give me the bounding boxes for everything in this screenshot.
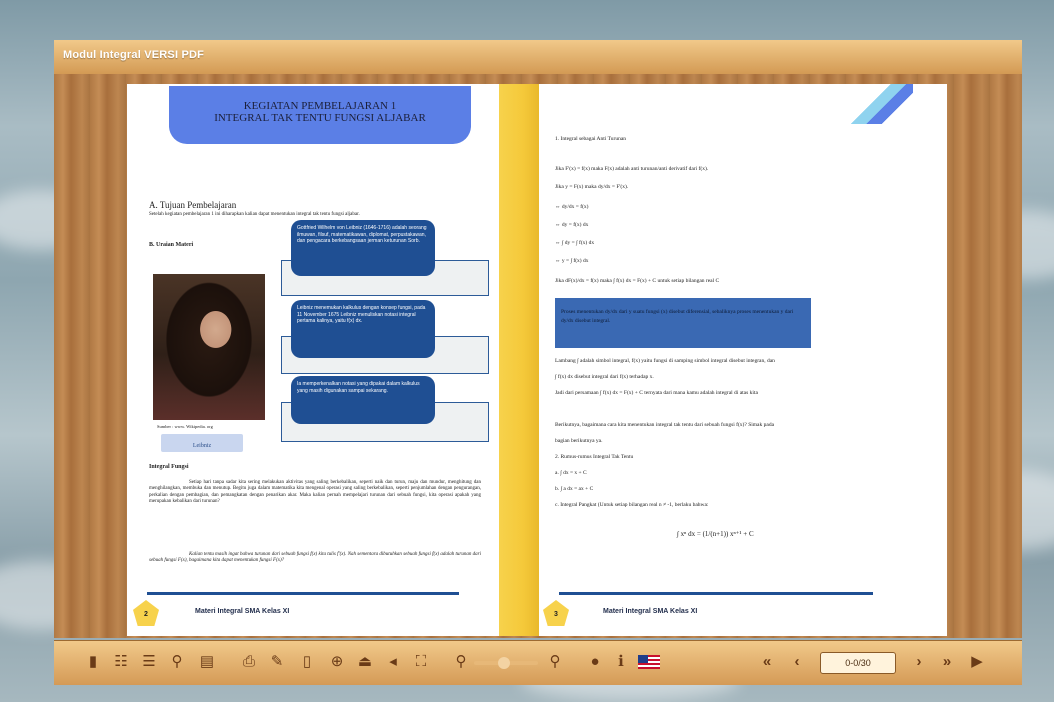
rp-step-1: ⇔ dy/dx = f(x) <box>555 204 589 210</box>
title-bar: Modul Integral VERSI PDF <box>54 40 1022 75</box>
bio-box-1: Gottfried Wilhelm von Leibniz (1646-1716… <box>291 220 435 276</box>
home-icon: ▮ <box>88 653 98 670</box>
zoom-in-button[interactable]: ⚲ <box>546 653 564 671</box>
window-title: Modul Integral VERSI PDF <box>63 49 205 61</box>
sound-button[interactable]: ◂ <box>384 653 402 671</box>
page-indicator-text: 0-0/30 <box>845 658 871 668</box>
paragraph-2: Kalian tentu masih ingat bahwa turunan d… <box>149 552 481 564</box>
left-footer-bar <box>147 592 459 595</box>
left-footer-text: Materi Integral SMA Kelas XI <box>195 608 290 615</box>
definition-highlight: Proses menentukan dy/dx dari y suatu fun… <box>555 298 811 348</box>
corner-decoration <box>849 84 913 124</box>
rp-line-1: 1. Integral sebagai Anti Turunan <box>555 136 627 142</box>
help-button[interactable]: ● <box>586 653 604 671</box>
section-a-title: A. Tujuan Pembelajaran <box>149 200 237 210</box>
chapter-heading-line-1: KEGIATAN PEMBELAJARAN 1 <box>243 100 397 112</box>
bookmark-icon: ▤ <box>199 653 215 670</box>
right-page-number: 3 <box>543 600 569 626</box>
chapter-heading: KEGIATAN PEMBELAJARAN 1 INTEGRAL TAK TEN… <box>169 86 471 144</box>
viewer-frame: Modul Integral VERSI PDF KEGIATAN PEMBEL… <box>6 6 1048 696</box>
language-button[interactable] <box>638 655 660 669</box>
rp-line-8: Berikutnya, bagaimana cara kita menentuk… <box>555 422 775 428</box>
last-page-toolbar-button[interactable]: » <box>938 653 956 671</box>
right-page[interactable]: 1. Integral sebagai Anti Turunan Jika F'… <box>539 84 947 636</box>
print-button[interactable]: ⎙ <box>240 653 258 671</box>
integral-fungsi-heading: Integral Fungsi <box>149 464 189 470</box>
search-button[interactable]: ⚲ <box>168 653 186 671</box>
prev-page-toolbar-button[interactable]: ‹ <box>788 653 806 671</box>
rp-line-9: bagian berikutnya ya. <box>555 438 603 444</box>
pencil-icon: ✎ <box>270 653 284 670</box>
definition-text: Proses menentukan dy/dx dari y suatu fun… <box>561 309 794 324</box>
print-icon: ⎙ <box>242 653 255 670</box>
left-page-number: 2 <box>133 600 159 626</box>
rp-line-3: Jika y = F(x) maka dy/dx = F'(x). <box>555 184 629 190</box>
leibniz-portrait <box>153 274 265 420</box>
us-flag-icon <box>638 655 648 663</box>
chevron-left-small-icon: ‹ <box>794 653 800 670</box>
home-button[interactable]: ▮ <box>84 653 102 671</box>
zoom-slider[interactable] <box>474 657 538 669</box>
power-rule-formula: ∫ xⁿ dx = (1/(n+1)) xⁿ⁺¹ + C <box>677 530 754 538</box>
chapter-heading-line-2: INTEGRAL TAK TENTU FUNGSI ALJABAR <box>214 112 426 124</box>
list-icon: ☰ <box>142 653 156 670</box>
page-indicator-field[interactable]: 0-0/30 <box>820 652 896 674</box>
rp-line-10: 2. Rumus-rumus Integral Tak Tentu <box>555 454 634 460</box>
fullscreen-button[interactable]: ⛶ <box>412 653 430 671</box>
thumbnails-button[interactable]: ☷ <box>112 653 130 671</box>
chevron-right-small-icon: › <box>916 653 922 670</box>
bio-box-2: Leibniz menemukan kalkulus dengan konsep… <box>291 300 435 358</box>
share-icon: ⊕ <box>330 653 344 670</box>
rp-item-a: a. ∫ dx = x + C <box>555 470 587 476</box>
leibniz-button[interactable]: Leibniz <box>161 434 243 452</box>
bio-box-3: Ia memperkenalkan notasi yang dipakai da… <box>291 376 435 424</box>
notes-button[interactable]: ▯ <box>298 653 316 671</box>
bookmark-button[interactable]: ▤ <box>198 653 216 671</box>
table-of-contents-button[interactable]: ☰ <box>140 653 158 671</box>
zoom-out-icon: ⚲ <box>455 653 467 670</box>
help-icon: ● <box>590 653 600 670</box>
double-chevron-right-icon: » <box>942 653 952 670</box>
paragraph-1: Setiap hari tanpa sadar kita sering mela… <box>149 480 481 505</box>
fullscreen-icon: ⛶ <box>415 653 427 670</box>
rp-step-4: ⇔ y = ∫ f(x) dx <box>555 258 589 264</box>
first-page-toolbar-button[interactable]: « <box>758 653 776 671</box>
portrait-caption: Sumber : www. Wikipedia. org <box>157 424 213 429</box>
rp-step-3: ⇔ ∫ dy = ∫ f(x) dx <box>555 240 595 246</box>
rp-item-c: c. Integral Pangkat (Untuk setiap bilang… <box>555 502 709 508</box>
note-icon: ▯ <box>302 653 312 670</box>
leibniz-button-label: Leibniz <box>192 443 212 449</box>
rp-step-2: ⇔ dy = f(x) dx <box>555 222 589 228</box>
annotate-button[interactable]: ✎ <box>268 653 286 671</box>
double-chevron-left-icon: « <box>762 653 772 670</box>
rp-line-7: Jadi dari persamaan ∫ f(x) dx = F(x) + C… <box>555 390 758 396</box>
flipbook-window: Modul Integral VERSI PDF KEGIATAN PEMBEL… <box>54 40 1022 685</box>
zoom-slider-handle[interactable] <box>498 657 510 669</box>
section-a-text: Setelah kegiatan pembelajaran 1 ini diha… <box>149 212 360 217</box>
rp-line-2: Jika F'(x) = f(x) maka F(x) adalah anti … <box>555 166 709 172</box>
info-icon: ℹ <box>618 653 624 670</box>
right-footer-text: Materi Integral SMA Kelas XI <box>603 608 698 615</box>
toolbar: ▮ ☷ ☰ ⚲ ▤ ⎙ ✎ ▯ ⊕ ⏏ ◂ ⛶ ⚲ ⚲ ● ℹ « ‹ 0-0/… <box>54 640 1022 685</box>
speaker-icon: ◂ <box>389 653 397 670</box>
zoom-out-button[interactable]: ⚲ <box>452 653 470 671</box>
play-icon: ▶ <box>971 653 983 670</box>
download-icon: ⏏ <box>357 653 373 670</box>
section-b-title: B. Uraian Materi <box>149 242 194 248</box>
zoom-in-icon: ⚲ <box>549 653 561 670</box>
spine-band <box>499 84 539 636</box>
left-page[interactable]: KEGIATAN PEMBELAJARAN 1 INTEGRAL TAK TEN… <box>127 84 499 636</box>
right-footer-bar <box>559 592 873 595</box>
autoplay-button[interactable]: ▶ <box>968 653 986 671</box>
share-button[interactable]: ⊕ <box>328 653 346 671</box>
next-page-toolbar-button[interactable]: › <box>910 653 928 671</box>
search-icon: ⚲ <box>171 653 183 670</box>
rp-line-5: Lambang ∫ adalah simbol integral, f(x) y… <box>555 358 775 364</box>
rp-line-4: Jika dF(x)/dx = f(x) maka ∫ f(x) dx = F(… <box>555 278 720 284</box>
download-button[interactable]: ⏏ <box>356 653 374 671</box>
rp-line-6: ∫ f(x) dx disebut integral dari f(x) ter… <box>555 374 654 380</box>
info-button[interactable]: ℹ <box>612 653 630 671</box>
thumbnails-icon: ☷ <box>114 653 128 670</box>
rp-item-b: b. ∫ a dx = ax + C <box>555 486 594 492</box>
